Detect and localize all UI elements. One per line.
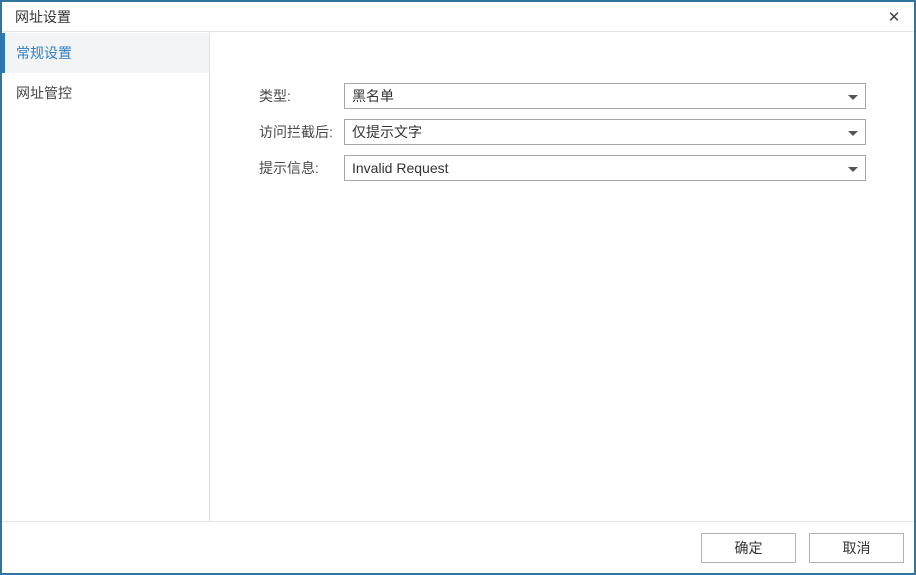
- type-label: 类型:: [259, 88, 291, 104]
- sidebar-item-label: 网址管控: [16, 85, 72, 101]
- chevron-down-icon: [848, 167, 858, 172]
- dialog-title: 网址设置: [15, 8, 71, 25]
- chevron-down-icon: [848, 95, 858, 100]
- chevron-down-icon: [848, 131, 858, 136]
- sidebar-item-url-control[interactable]: 网址管控: [2, 73, 209, 113]
- cancel-button[interactable]: 取消: [809, 533, 904, 563]
- footer-bar: 确定 取消: [2, 521, 914, 573]
- prompt-message-label: 提示信息:: [259, 160, 319, 176]
- prompt-message-select[interactable]: Invalid Request: [344, 155, 866, 181]
- sidebar: 常规设置 网址管控: [2, 33, 210, 521]
- prompt-message-row: 提示信息: Invalid Request: [211, 155, 914, 181]
- prompt-message-select-value: Invalid Request: [352, 160, 449, 176]
- url-settings-dialog: 网址设置 ✕ 常规设置 网址管控 类型: 黑名单 访问拦截后: 仅提示文字 提示…: [0, 0, 916, 575]
- sidebar-item-general-settings[interactable]: 常规设置: [2, 33, 209, 73]
- type-select-value: 黑名单: [352, 88, 394, 104]
- type-select[interactable]: 黑名单: [344, 83, 866, 109]
- type-row: 类型: 黑名单: [211, 83, 914, 109]
- block-action-label: 访问拦截后:: [259, 124, 333, 140]
- sidebar-item-label: 常规设置: [16, 45, 72, 61]
- title-bar: 网址设置 ✕: [2, 2, 914, 32]
- block-action-select[interactable]: 仅提示文字: [344, 119, 866, 145]
- block-action-row: 访问拦截后: 仅提示文字: [211, 119, 914, 145]
- ok-button[interactable]: 确定: [701, 533, 796, 563]
- settings-panel: 类型: 黑名单 访问拦截后: 仅提示文字 提示信息: Invalid Reque…: [211, 33, 914, 521]
- close-icon[interactable]: ✕: [882, 5, 906, 29]
- block-action-select-value: 仅提示文字: [352, 124, 422, 140]
